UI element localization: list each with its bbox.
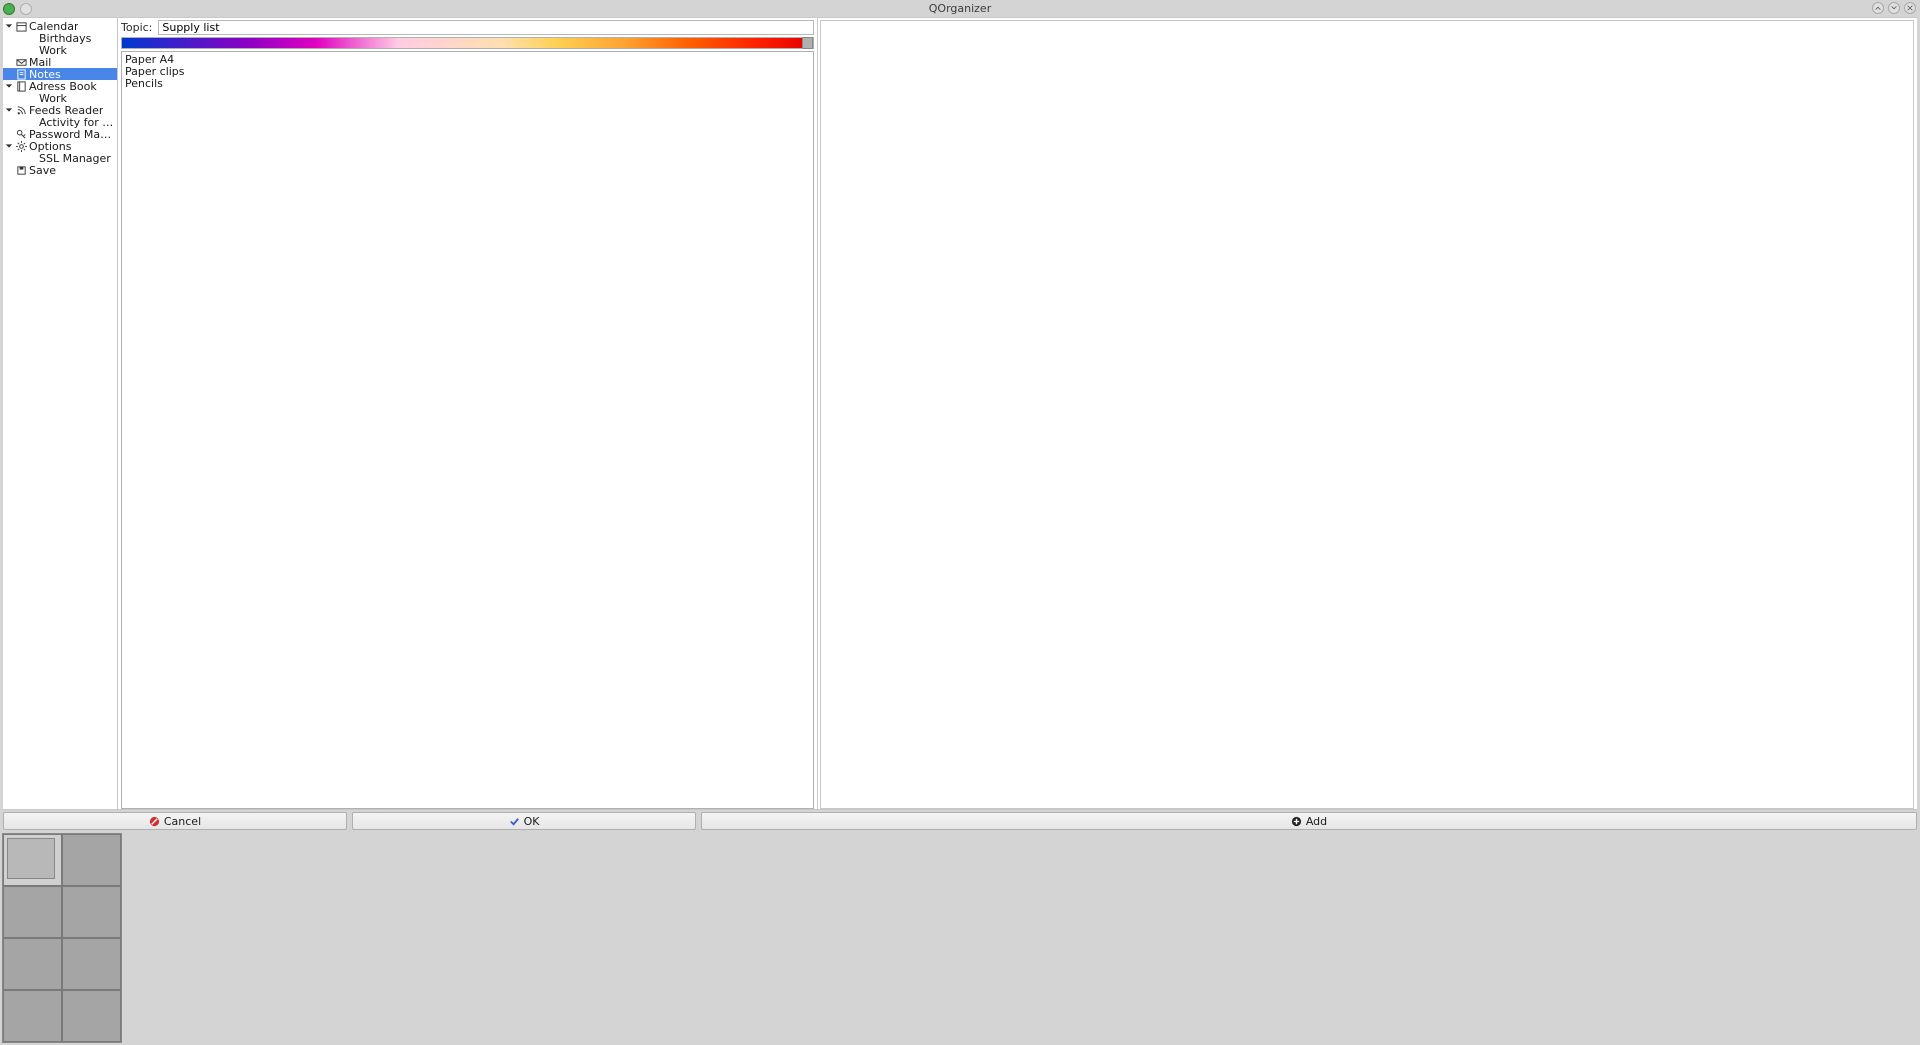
sidebar-item-feed-activity[interactable]: Activity for QO...	[3, 116, 117, 128]
window-unknown-button[interactable]	[20, 3, 32, 15]
note-body-wrap	[121, 51, 814, 809]
desktop-pager[interactable]	[2, 833, 122, 1043]
maximize-button[interactable]	[1888, 2, 1900, 14]
titlebar: QOrganizer	[0, 0, 1920, 17]
sidebar-item-label: Password Man...	[29, 128, 117, 140]
sidebar-item-label: Adress Book	[29, 80, 97, 92]
save-icon	[15, 164, 27, 176]
gradient-handle[interactable]	[802, 37, 813, 49]
sidebar-item-work[interactable]: Work	[3, 44, 117, 56]
pager-cell[interactable]	[62, 834, 121, 886]
ok-button[interactable]: OK	[352, 812, 696, 830]
topic-row: Topic:	[118, 18, 817, 36]
preview-pane	[820, 20, 1914, 809]
topic-label: Topic:	[121, 21, 152, 34]
sidebar-item-ab-work[interactable]: Work	[3, 92, 117, 104]
sidebar-item-label: Activity for QO...	[39, 116, 117, 128]
sidebar-item-addressbook[interactable]: Adress Book	[3, 80, 117, 92]
color-gradient[interactable]	[121, 37, 814, 49]
pager-cell[interactable]	[3, 886, 62, 938]
sidebar-item-label: Calendar	[29, 20, 78, 32]
sidebar-item-options[interactable]: Options	[3, 140, 117, 152]
app-icon	[3, 3, 15, 15]
button-label: OK	[524, 815, 540, 828]
window-title: QOrganizer	[929, 2, 991, 15]
collapse-icon[interactable]	[3, 20, 15, 32]
collapse-icon[interactable]	[3, 140, 15, 152]
book-icon	[15, 80, 27, 92]
mail-icon	[15, 56, 27, 68]
minimize-button[interactable]	[1872, 2, 1884, 14]
pager-cell[interactable]	[62, 886, 121, 938]
sidebar: Calendar Birthdays Work Mail Notes Adres…	[3, 18, 118, 809]
note-editor: Topic:	[118, 18, 818, 809]
sidebar-item-label: Notes	[29, 68, 61, 80]
pager-cell[interactable]	[3, 938, 62, 990]
sidebar-item-label: Birthdays	[39, 32, 91, 44]
main-area: Calendar Birthdays Work Mail Notes Adres…	[3, 17, 1917, 810]
note-body[interactable]	[122, 52, 813, 808]
sidebar-item-save[interactable]: Save	[3, 164, 117, 176]
button-label: Add	[1306, 815, 1327, 828]
sidebar-item-label: Mail	[29, 56, 51, 68]
sidebar-item-passwords[interactable]: Password Man...	[3, 128, 117, 140]
sidebar-item-ssl[interactable]: SSL Manager	[3, 152, 117, 164]
sidebar-item-birthdays[interactable]: Birthdays	[3, 32, 117, 44]
sidebar-item-label: Options	[29, 140, 71, 152]
key-icon	[15, 128, 27, 140]
sidebar-item-label: SSL Manager	[39, 152, 111, 164]
ok-icon	[509, 815, 521, 827]
calendar-icon	[15, 20, 27, 32]
sidebar-item-calendar[interactable]: Calendar	[3, 20, 117, 32]
pager-cell[interactable]	[3, 990, 62, 1042]
topic-input[interactable]	[158, 20, 814, 35]
cancel-button[interactable]: Cancel	[3, 812, 347, 830]
bottom-toolbar: Cancel OK Add	[0, 810, 1920, 832]
sidebar-item-label: Save	[29, 164, 56, 176]
gear-icon	[15, 140, 27, 152]
pager-cell[interactable]	[62, 938, 121, 990]
sidebar-item-feeds[interactable]: Feeds Reader	[3, 104, 117, 116]
cancel-icon	[149, 815, 161, 827]
pager-cell[interactable]	[3, 834, 62, 886]
sidebar-item-label: Feeds Reader	[29, 104, 103, 116]
sidebar-item-label: Work	[39, 92, 67, 104]
button-label: Cancel	[164, 815, 201, 828]
rss-icon	[15, 104, 27, 116]
collapse-icon[interactable]	[3, 104, 15, 116]
close-button[interactable]	[1904, 2, 1916, 14]
sidebar-item-mail[interactable]: Mail	[3, 56, 117, 68]
sidebar-item-label: Work	[39, 44, 67, 56]
sidebar-item-notes[interactable]: Notes	[3, 68, 117, 80]
collapse-icon[interactable]	[3, 80, 15, 92]
notes-icon	[15, 68, 27, 80]
pager-cell[interactable]	[62, 990, 121, 1042]
add-button[interactable]: Add	[701, 812, 1917, 830]
add-icon	[1291, 815, 1303, 827]
